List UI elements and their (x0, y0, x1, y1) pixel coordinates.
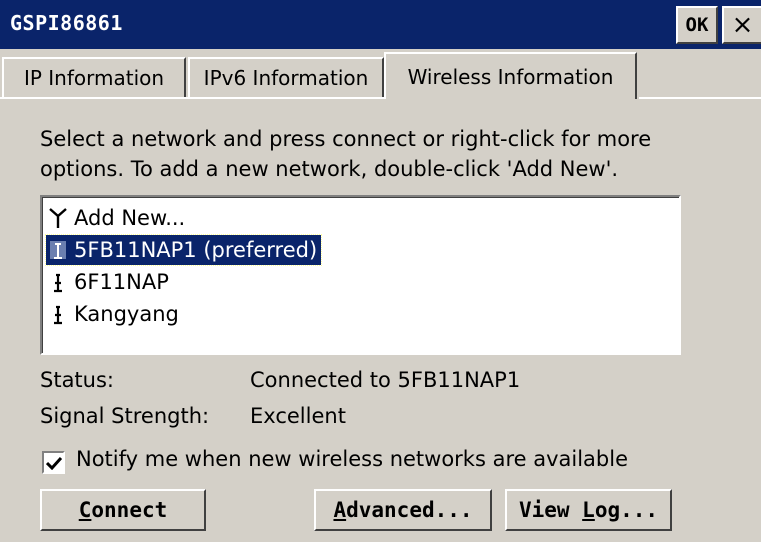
view-log-mnemonic: L (582, 498, 595, 522)
checkmark-icon (45, 456, 62, 470)
status-value: Connected to 5FB11NAP1 (250, 368, 521, 392)
tab-label: IP Information (23, 66, 165, 90)
tab-divider-right (639, 97, 761, 99)
tab-label: IPv6 Information (203, 66, 369, 90)
list-item-kangyang[interactable]: Kangyang (46, 299, 183, 329)
view-log-label: og... (594, 498, 659, 522)
status-label: Status: (40, 368, 114, 392)
tab-ipv6-information[interactable]: IPv6 Information (188, 57, 384, 99)
view-log-button[interactable]: View Log... (505, 489, 672, 531)
advanced-button[interactable]: Advanced... (314, 489, 492, 531)
notify-label[interactable]: Notify me when new wireless networks are… (76, 447, 628, 471)
network-icon (46, 271, 70, 293)
network-label: Add New... (74, 206, 186, 230)
view-log-prefix: View (518, 498, 583, 522)
tab-label: Wireless Information (407, 64, 614, 89)
list-item-5fb11nap1[interactable]: 5FB11NAP1 (preferred) (44, 234, 323, 266)
connect-label: onnect (91, 498, 168, 522)
network-label: Kangyang (74, 302, 179, 326)
network-label: 6F11NAP (74, 270, 169, 294)
antenna-icon (46, 207, 70, 229)
network-icon (46, 303, 70, 325)
notify-checkbox[interactable] (42, 451, 65, 474)
advanced-mnemonic: A (333, 498, 347, 522)
list-item-6f11nap[interactable]: 6F11NAP (46, 267, 173, 297)
tab-strip: IP Information IPv6 Information Wireless… (0, 49, 761, 99)
tab-divider (0, 97, 384, 99)
connected-network-icon (46, 239, 70, 261)
list-item-add-new[interactable]: Add New... (46, 203, 189, 233)
tab-wireless-information[interactable]: Wireless Information (384, 52, 637, 99)
advanced-label: dvanced... (346, 498, 473, 522)
connect-button[interactable]: Connect (40, 489, 206, 531)
ok-button[interactable]: OK (676, 6, 718, 44)
signal-strength-label: Signal Strength: (40, 404, 210, 428)
signal-strength-value: Excellent (250, 404, 346, 428)
window-title: GSPI86861 (10, 11, 123, 35)
connect-mnemonic: C (78, 498, 92, 522)
close-button[interactable]: × (722, 6, 761, 44)
tab-ip-information[interactable]: IP Information (2, 57, 186, 99)
network-label: 5FB11NAP1 (preferred) (74, 238, 318, 262)
instructions-text: Select a network and press connect or ri… (40, 127, 652, 181)
network-list[interactable]: Add New... 5FB11NAP1 (preferred) 6F11NAP… (40, 195, 681, 355)
title-bar: GSPI86861 OK × (0, 0, 761, 49)
